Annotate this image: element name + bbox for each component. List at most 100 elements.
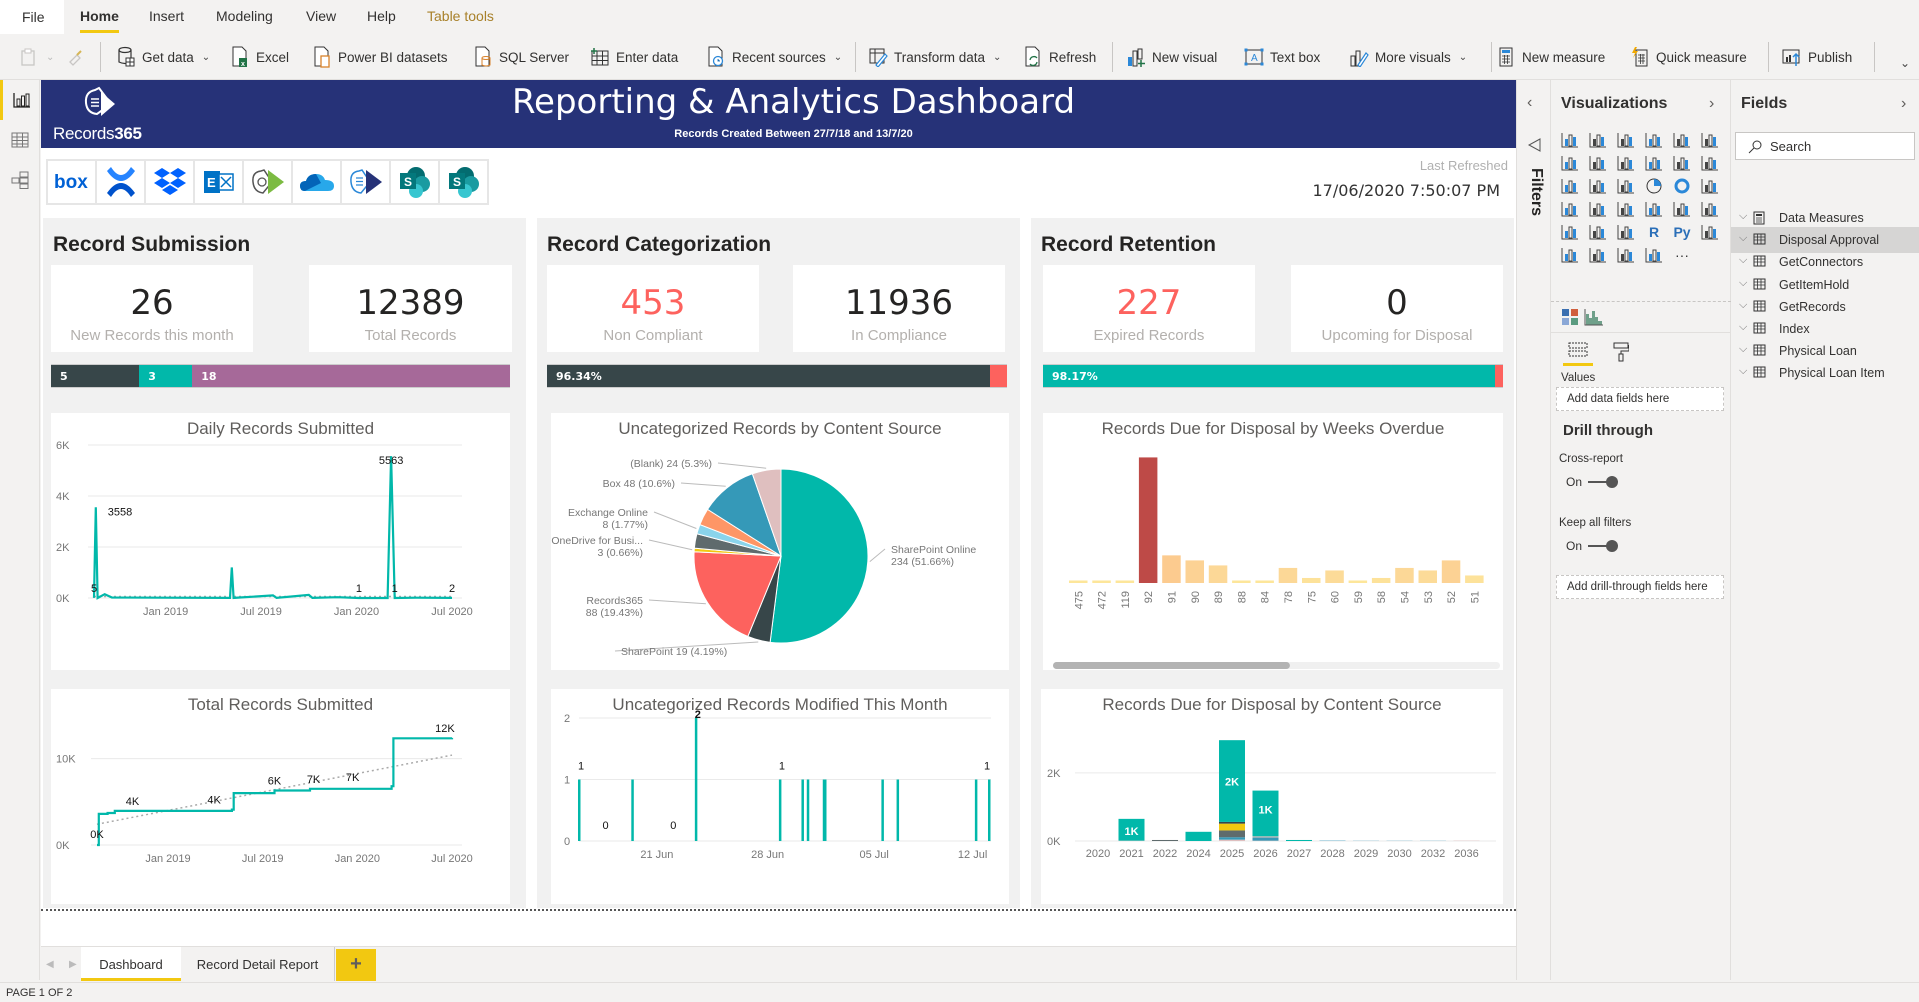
kpi-expired-records[interactable]: 227 Expired Records xyxy=(1043,265,1255,352)
clustered-bar-visual-icon[interactable] xyxy=(1615,130,1637,150)
r-visual-visual-icon[interactable]: R xyxy=(1643,222,1665,242)
chevron-left-icon[interactable]: ‹ xyxy=(1527,94,1532,112)
format-painter-button[interactable] xyxy=(66,44,86,70)
transform-data-button[interactable]: Transform data ⌄ xyxy=(868,44,1001,70)
chevron-down-icon[interactable]: ⌵ xyxy=(1739,254,1747,267)
kpi-in-compliance[interactable]: 11936 In Compliance xyxy=(793,265,1005,352)
ribbon-visual-icon[interactable] xyxy=(1699,153,1721,173)
compliance-bar[interactable]: 96.34% xyxy=(547,364,1007,388)
more-visual-icon[interactable]: ··· xyxy=(1671,245,1693,265)
matrix-visual-icon[interactable] xyxy=(1615,222,1637,242)
chart-modified-this-month[interactable]: Uncategorized Records Modified This Mont… xyxy=(551,689,1009,904)
tab-next-icon[interactable]: ▶ xyxy=(69,959,77,970)
custom-visual-icon[interactable] xyxy=(1561,308,1579,331)
kpi-new-records[interactable]: 26 New Records this month xyxy=(51,265,253,352)
chart-disposal-by-source[interactable]: Records Due for Disposal by Content Sour… xyxy=(1041,689,1503,904)
filled-map-visual-icon[interactable] xyxy=(1587,199,1609,219)
pie-visual-icon[interactable] xyxy=(1643,176,1665,196)
chart-daily-records[interactable]: Daily Records Submitted 0K 2K 4K 6K Jan 2019… xyxy=(51,413,510,670)
collapse-ribbon-button[interactable]: ⌄ xyxy=(1898,50,1910,76)
chart-total-records[interactable]: Total Records Submitted 0K 10K Jan 2019 Jul… xyxy=(51,689,510,904)
publish-button[interactable]: Publish xyxy=(1782,44,1852,70)
multi-row-card-visual-icon[interactable] xyxy=(1671,199,1693,219)
area-visual-icon[interactable] xyxy=(1587,153,1609,173)
chevron-right-icon[interactable]: › xyxy=(1709,95,1714,113)
donut-visual-icon[interactable] xyxy=(1671,176,1693,196)
line-column-visual-icon[interactable] xyxy=(1643,153,1665,173)
source-records-agent[interactable] xyxy=(244,161,291,203)
powerbi-datasets-button[interactable]: Power BI datasets xyxy=(312,44,448,70)
100-column-visual-icon[interactable] xyxy=(1699,130,1721,150)
report-view-button[interactable] xyxy=(0,80,40,120)
chevron-down-icon[interactable]: ⌵ xyxy=(1739,210,1747,223)
more-visuals-button[interactable]: More visuals ⌄ xyxy=(1349,44,1467,70)
map-visual-icon[interactable] xyxy=(1559,199,1581,219)
source-sharepoint-online[interactable]: S xyxy=(440,161,487,203)
menu-tab-help[interactable]: Help xyxy=(367,8,396,24)
keep-filters-toggle[interactable]: On xyxy=(1566,539,1619,553)
chart-uncategorized-by-source[interactable]: Uncategorized Records by Content Source … xyxy=(551,413,1009,670)
clustered-column-visual-icon[interactable] xyxy=(1643,130,1665,150)
chevron-down-icon[interactable]: ⌵ xyxy=(1739,299,1747,312)
line-clustered-visual-icon[interactable] xyxy=(1671,153,1693,173)
paste-button[interactable]: ⌄ xyxy=(18,44,54,70)
menu-tab-home[interactable]: Home xyxy=(80,8,119,33)
key-influencers-visual-icon[interactable] xyxy=(1699,222,1721,242)
get-data-button[interactable]: Get data ⌄ xyxy=(116,44,210,70)
stacked-column-visual-icon[interactable] xyxy=(1587,130,1609,150)
excel-button[interactable]: x Excel xyxy=(230,44,289,70)
card-visual-icon[interactable] xyxy=(1643,199,1665,219)
source-exchange[interactable]: E xyxy=(195,161,242,203)
new-visual-button[interactable]: New visual xyxy=(1126,44,1217,70)
gauge-visual-icon[interactable] xyxy=(1615,199,1637,219)
page-tab-dashboard[interactable]: Dashboard xyxy=(81,947,181,981)
chart-weeks-overdue[interactable]: Records Due for Disposal by Weeks Overdu… xyxy=(1043,413,1503,670)
menu-tab-table-tools[interactable]: Table tools xyxy=(427,8,494,24)
add-page-button[interactable]: + xyxy=(336,949,376,981)
new-measure-button[interactable]: New measure xyxy=(1496,44,1605,70)
stacked-area-visual-icon[interactable] xyxy=(1615,153,1637,173)
cross-report-toggle[interactable]: On xyxy=(1566,475,1619,489)
data-view-button[interactable] xyxy=(0,120,40,160)
chevron-down-icon[interactable]: ⌵ xyxy=(1739,365,1747,378)
python-visual-visual-icon[interactable]: Py xyxy=(1671,222,1693,242)
model-view-button[interactable] xyxy=(0,160,40,200)
sql-server-button[interactable]: SQL Server xyxy=(473,44,569,70)
chevron-down-icon[interactable]: ⌵ xyxy=(1739,321,1747,334)
chevron-down-icon[interactable]: ⌵ xyxy=(1739,232,1747,245)
fields-search-input[interactable]: Search xyxy=(1735,132,1915,160)
menu-tab-view[interactable]: View xyxy=(306,8,336,24)
format-tab[interactable] xyxy=(1613,342,1630,367)
enter-data-button[interactable]: Enter data xyxy=(590,44,678,70)
table-visual-icon[interactable] xyxy=(1587,222,1609,242)
filters-pane[interactable]: ‹ Filters xyxy=(1516,80,1551,980)
area-chart-icon[interactable] xyxy=(1584,308,1604,331)
retention-bar[interactable]: 98.17% xyxy=(1043,364,1503,388)
drill-through-well[interactable]: Add drill-through fields here xyxy=(1556,575,1724,599)
line-visual-icon[interactable] xyxy=(1559,153,1581,173)
source-onedrive[interactable] xyxy=(293,161,340,203)
menu-file[interactable]: File xyxy=(0,0,64,34)
kpi-visual-icon[interactable] xyxy=(1699,199,1721,219)
slicer-visual-icon[interactable] xyxy=(1559,222,1581,242)
decomposition-tree-visual-icon[interactable] xyxy=(1559,245,1581,265)
arcgis-visual-icon[interactable] xyxy=(1643,245,1665,265)
kpi-non-compliant[interactable]: 453 Non Compliant xyxy=(547,265,759,352)
stacked-bar-visual-icon[interactable] xyxy=(1559,130,1581,150)
kpi-upcoming-disposal[interactable]: 0 Upcoming for Disposal xyxy=(1291,265,1503,352)
fields-well-tab[interactable] xyxy=(1563,342,1593,366)
source-sharepoint[interactable]: S xyxy=(391,161,438,203)
source-confluence[interactable] xyxy=(97,161,144,203)
values-well[interactable]: Add data fields here xyxy=(1556,387,1724,411)
field-table-item[interactable]: ⌵ Physical Loan Item xyxy=(1731,360,1919,386)
100-bar-visual-icon[interactable] xyxy=(1671,130,1693,150)
refresh-button[interactable]: Refresh xyxy=(1023,44,1096,70)
source-records365[interactable] xyxy=(342,161,389,203)
page-tab-record-detail[interactable]: Record Detail Report xyxy=(181,947,335,981)
chevron-down-icon[interactable]: ⌵ xyxy=(1739,343,1747,356)
kpi-total-records[interactable]: 12389 Total Records xyxy=(309,265,512,352)
qa-visual-icon[interactable] xyxy=(1587,245,1609,265)
text-box-button[interactable]: A Text box xyxy=(1244,44,1320,70)
scatter-visual-icon[interactable] xyxy=(1615,176,1637,196)
source-dropbox[interactable] xyxy=(146,161,193,203)
